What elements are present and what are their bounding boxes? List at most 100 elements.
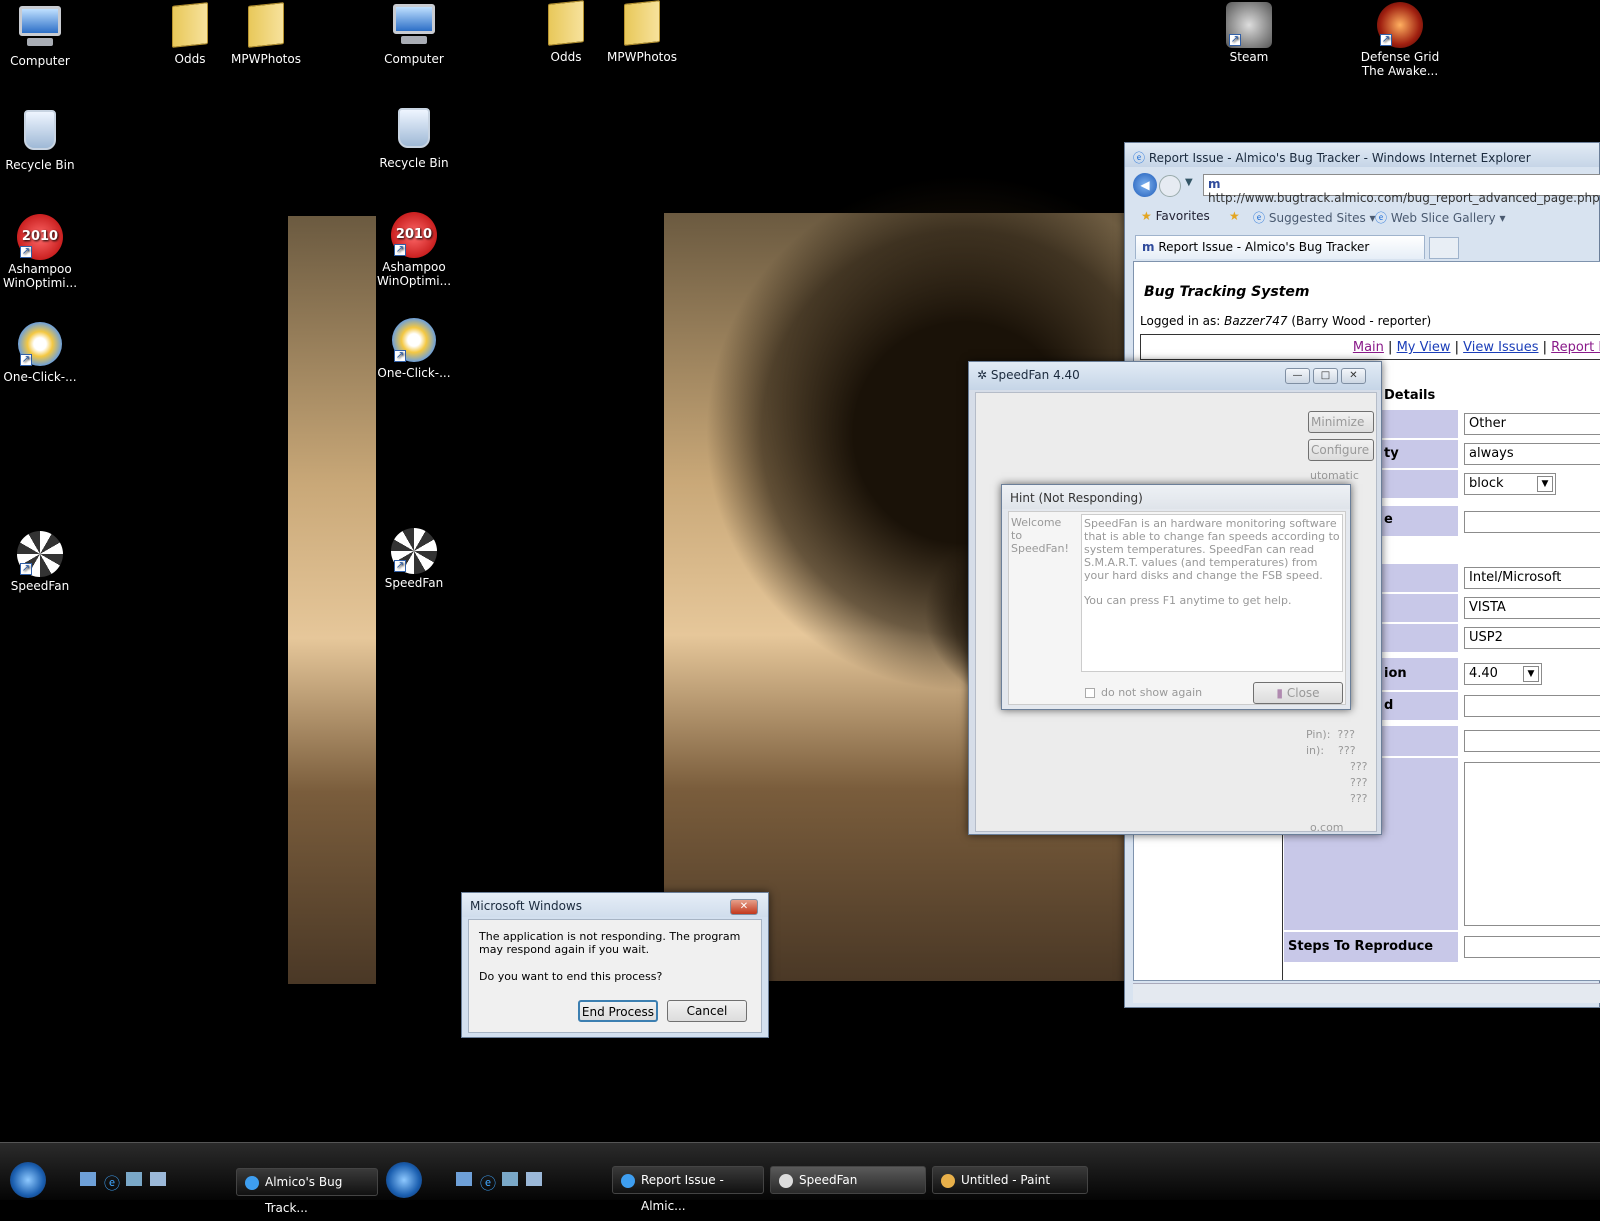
add-favorite-icon[interactable]: ★ — [1229, 209, 1240, 223]
desktop-icon-speedfan[interactable]: ↗ SpeedFan — [0, 531, 80, 593]
wallpaper-strip — [288, 216, 376, 984]
recycle-bin-icon — [16, 110, 64, 156]
shortcut-arrow-icon: ↗ — [394, 244, 406, 256]
nav-my-view[interactable]: My View — [1397, 340, 1451, 355]
quicklaunch-monitor-icon-2[interactable] — [526, 1172, 542, 1186]
dont-show-checkbox[interactable] — [1085, 688, 1095, 698]
minimize-action-button[interactable]: Minimize — [1308, 411, 1374, 433]
taskbar-item-paint[interactable]: Untitled - Paint — [932, 1166, 1088, 1194]
product-version-select[interactable]: 4.40 ▼ — [1464, 663, 1542, 685]
hint-close-button[interactable]: ▮ Close — [1253, 682, 1343, 704]
gears-icon: ↗ — [390, 318, 438, 364]
not-responding-dialog: Microsoft Windows ✕ The application is n… — [461, 892, 769, 1038]
quicklaunch-monitor-icon[interactable] — [150, 1172, 166, 1186]
os-field[interactable]: VISTA — [1464, 597, 1600, 619]
back-button[interactable]: ◀ — [1133, 173, 1157, 197]
quicklaunch-show-desktop-icon[interactable] — [80, 1172, 96, 1186]
summary-field[interactable] — [1464, 730, 1600, 752]
ashampoo-icon: 2010 ↗ — [390, 212, 438, 258]
desktop-icon-one-click-2[interactable]: ↗ One-Click-... — [374, 318, 454, 380]
desktop-icon-mpwphotos-2[interactable]: MPWPhotos — [602, 0, 682, 64]
steps-textarea[interactable] — [1464, 936, 1600, 958]
quicklaunch-ie-icon[interactable]: ⓔ — [104, 1170, 120, 1194]
history-dropdown-icon[interactable]: ▼ — [1185, 177, 1193, 188]
quicklaunch-ie-icon-2[interactable]: ⓔ — [480, 1170, 496, 1194]
speedfan-link[interactable]: o.com — [1310, 821, 1344, 834]
desktop-icon-computer[interactable]: Computer — [0, 4, 80, 68]
fan-icon: ✲ — [977, 368, 988, 382]
dialog-titlebar[interactable]: Microsoft Windows — [462, 893, 768, 917]
suggested-sites[interactable]: ⓔ Suggested Sites ▾ — [1253, 209, 1376, 226]
username: Bazzer747 — [1224, 314, 1288, 328]
web-slice-gallery[interactable]: ⓔ Web Slice Gallery ▾ — [1375, 209, 1505, 226]
ie-titlebar[interactable]: ⓔ Report Issue - Almico's Bug Tracker - … — [1125, 143, 1599, 167]
desktop-icon-one-click[interactable]: ↗ One-Click-... — [0, 322, 80, 384]
configure-button[interactable]: Configure — [1308, 439, 1374, 461]
priority-field[interactable] — [1464, 511, 1600, 533]
minimize-button[interactable]: — — [1285, 368, 1310, 384]
new-tab-button[interactable] — [1429, 237, 1459, 259]
taskbar-item-report-issue[interactable]: Report Issue - Almic... — [612, 1166, 764, 1213]
page-title: Bug Tracking System — [1144, 284, 1310, 300]
ie-address-row: ◀ ▼ m http://www.bugtrack.almico.com/bug… — [1131, 171, 1600, 205]
fan-icon — [779, 1174, 793, 1188]
cancel-button[interactable]: Cancel — [667, 1000, 747, 1022]
dropdown-arrow-icon: ▼ — [1523, 666, 1539, 682]
star-icon: ★ — [1141, 209, 1152, 223]
computer-icon — [16, 6, 64, 52]
gears-icon: ↗ — [16, 322, 64, 368]
desktop-icon-odds[interactable]: Odds — [150, 2, 230, 66]
forward-button[interactable] — [1159, 175, 1181, 197]
category-select[interactable]: Other — [1464, 413, 1600, 435]
dialog-close-button[interactable]: ✕ — [730, 899, 758, 915]
paint-icon — [941, 1174, 955, 1188]
desktop-icon-recycle-bin-2[interactable]: Recycle Bin — [374, 106, 454, 170]
close-button[interactable]: ✕ — [1341, 368, 1366, 384]
start-button-2[interactable] — [386, 1162, 422, 1198]
dialog-body: The application is not responding. The p… — [468, 919, 762, 1033]
desktop-icon-mpwphotos[interactable]: MPWPhotos — [226, 2, 306, 66]
taskbar-item-bugtrack[interactable]: Almico's Bug Track... — [236, 1168, 378, 1215]
dont-show-label: do not show again — [1101, 686, 1203, 699]
ie-icon — [621, 1174, 635, 1188]
readings-panel: Pin): ??? in): ??? ??? ??? ??? — [1306, 728, 1368, 805]
desktop-icon-speedfan-2[interactable]: ↗ SpeedFan — [374, 528, 454, 590]
severity-select[interactable]: block ▼ — [1464, 473, 1556, 495]
quicklaunch-switch-icon[interactable] — [126, 1172, 142, 1186]
logged-in-line: Logged in as: Bazzer747 (Barry Wood - re… — [1140, 314, 1432, 328]
desktop-icon-steam[interactable]: ↗ Steam — [1209, 2, 1289, 64]
dropdown-arrow-icon: ▼ — [1537, 476, 1553, 492]
shortcut-arrow-icon: ↗ — [20, 563, 32, 575]
desktop-icon-computer-2[interactable]: Computer — [374, 2, 454, 66]
desktop-icon-odds-2[interactable]: Odds — [526, 0, 606, 64]
nav-report-issue[interactable]: Report Is — [1551, 340, 1600, 355]
ashampoo-icon: 2010 ↗ — [16, 214, 64, 260]
build-field[interactable] — [1464, 695, 1600, 717]
address-bar[interactable]: m http://www.bugtrack.almico.com/bug_rep… — [1203, 174, 1600, 205]
steam-icon: ↗ — [1225, 2, 1273, 48]
favorites-bar: ★ Favorites ★ ⓔ Suggested Sites ▾ ⓔ Web … — [1125, 203, 1600, 231]
maximize-button[interactable]: □ — [1313, 368, 1338, 384]
desktop-icon-ashampoo-2[interactable]: 2010 ↗ Ashampoo WinOptimi... — [374, 212, 454, 288]
nav-view-issues[interactable]: View Issues — [1463, 340, 1538, 355]
taskbar-item-speedfan[interactable]: SpeedFan — [770, 1166, 926, 1194]
end-process-button[interactable]: End Process — [578, 1000, 658, 1022]
platform-field[interactable]: Intel/Microsoft — [1464, 567, 1600, 589]
dialog-message: The application is not responding. The p… — [479, 930, 741, 956]
folder-icon — [618, 0, 666, 48]
ie-icon: ⓔ — [1133, 151, 1146, 165]
desktop-icon-defense-grid[interactable]: ↗ Defense Grid The Awake... — [1360, 2, 1440, 78]
desktop-icon-recycle-bin[interactable]: Recycle Bin — [0, 108, 80, 172]
start-button[interactable] — [10, 1162, 46, 1198]
reproducibility-select[interactable]: always — [1464, 443, 1600, 465]
hint-titlebar[interactable]: Hint (Not Responding) — [1002, 485, 1350, 509]
description-textarea[interactable] — [1464, 762, 1600, 926]
ie-tab[interactable]: m Report Issue - Almico's Bug Tracker — [1135, 235, 1425, 259]
quicklaunch-switch-icon-2[interactable] — [502, 1172, 518, 1186]
favorites-button[interactable]: ★ Favorites — [1141, 209, 1210, 223]
nav-main[interactable]: Main — [1353, 340, 1384, 355]
desktop-icon-ashampoo[interactable]: 2010 ↗ Ashampoo WinOptimi... — [0, 214, 80, 290]
quicklaunch-show-desktop-icon-2[interactable] — [456, 1172, 472, 1186]
os-version-field[interactable]: USP2 — [1464, 627, 1600, 649]
ie-icon — [245, 1176, 259, 1190]
